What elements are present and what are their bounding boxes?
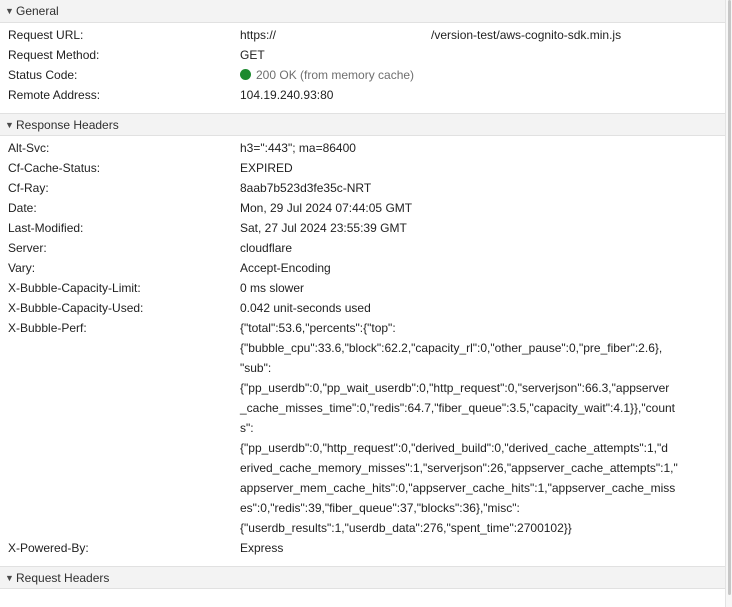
header-name: X-Bubble-Capacity-Limit:	[8, 281, 141, 295]
header-row-x-bubble-perf: X-Bubble-Perf: {"total":53.6,"percents":…	[0, 318, 725, 538]
header-name: Vary:	[8, 261, 36, 275]
header-value[interactable]: EXPIRED	[240, 158, 710, 178]
expand-triangle-icon: ▼	[5, 119, 14, 130]
header-name: Cf-Ray:	[8, 181, 49, 195]
section-body-response-headers: Alt-Svc: h3=":443"; ma=86400 Cf-Cache-St…	[0, 136, 725, 566]
header-name: Request URL:	[8, 28, 84, 42]
header-row: X-Powered-By: Express	[0, 538, 725, 558]
header-name: Status Code:	[8, 68, 78, 82]
header-row-remote-address: Remote Address: 104.19.240.93:80	[0, 85, 725, 105]
value-line: es":0,"redis":39,"fiber_queue":37,"block…	[240, 501, 520, 515]
expand-triangle-icon: ▼	[5, 572, 14, 583]
value-line: "sub":	[240, 361, 272, 375]
header-value[interactable]: 8aab7b523d3fe35c-NRT	[240, 178, 710, 198]
value-line: appserver_mem_cache_hits":0,"appserver_c…	[240, 481, 676, 495]
header-row: Cf-Cache-Status: EXPIRED	[0, 158, 725, 178]
header-value[interactable]: Express	[240, 538, 710, 558]
section-body-general: Request URL: https:// /version-test/aws-c…	[0, 23, 725, 113]
header-name: Request Method:	[8, 48, 100, 62]
value-line: {"pp_userdb":0,"pp_wait_userdb":0,"http_…	[240, 381, 670, 395]
header-name: Cf-Cache-Status:	[8, 161, 101, 175]
header-name: Date:	[8, 201, 37, 215]
header-name: Alt-Svc:	[8, 141, 50, 155]
header-value[interactable]: Mon, 29 Jul 2024 07:44:05 GMT	[240, 198, 710, 218]
header-row-request-method: Request Method: GET	[0, 45, 725, 65]
header-value[interactable]: Sat, 27 Jul 2024 23:55:39 GMT	[240, 218, 710, 238]
value-line: {"bubble_cpu":33.6,"block":62.2,"capacit…	[240, 341, 663, 355]
scrollbar-thumb[interactable]	[728, 0, 731, 595]
header-row: Alt-Svc: h3=":443"; ma=86400	[0, 138, 725, 158]
network-headers-panel: ▼ General Request URL: https:// /version-…	[0, 0, 732, 607]
header-row: Cf-Ray: 8aab7b523d3fe35c-NRT	[0, 178, 725, 198]
header-name: X-Bubble-Capacity-Used:	[8, 301, 144, 315]
header-row-status-code: Status Code: 200 OK (from memory cache)	[0, 65, 725, 85]
expand-triangle-icon: ▼	[5, 6, 14, 16]
status-text: 200 OK (from memory cache)	[256, 68, 415, 82]
header-row: Date: Mon, 29 Jul 2024 07:44:05 GMT	[0, 198, 725, 218]
header-row: Vary: Accept-Encoding	[0, 258, 725, 278]
section-header-request-headers[interactable]: ▼ Request Headers	[0, 566, 725, 589]
headers-content: ▼ General Request URL: https:// /version-…	[0, 0, 725, 589]
header-value[interactable]: h3=":443"; ma=86400	[240, 138, 710, 158]
header-row: Last-Modified: Sat, 27 Jul 2024 23:55:39…	[0, 218, 725, 238]
header-value[interactable]: 0.042 unit-seconds used	[240, 298, 710, 318]
section-title: Request Headers	[16, 570, 110, 585]
header-name: X-Powered-By:	[8, 541, 89, 555]
header-value[interactable]: https:// /version-test/aws-cognito-sdk.mi…	[240, 25, 710, 45]
header-value[interactable]: 200 OK (from memory cache)	[240, 65, 710, 85]
value-line: {"pp_userdb":0,"http_request":0,"derived…	[240, 441, 668, 455]
header-name: Last-Modified:	[8, 221, 84, 235]
vertical-scrollbar[interactable]	[725, 0, 732, 607]
header-name: Remote Address:	[8, 88, 101, 102]
section-header-general[interactable]: ▼ General	[0, 0, 725, 23]
header-value[interactable]: cloudflare	[240, 238, 710, 258]
header-name: X-Bubble-Perf:	[8, 321, 87, 335]
header-row: X-Bubble-Capacity-Limit: 0 ms slower	[0, 278, 725, 298]
header-value[interactable]: Accept-Encoding	[240, 258, 710, 278]
value-line: s":	[240, 421, 254, 435]
header-row: Server: cloudflare	[0, 238, 725, 258]
header-value[interactable]: 104.19.240.93:80	[240, 85, 710, 105]
value-line: {"total":53.6,"percents":{"top":	[240, 321, 396, 335]
url-start: https://	[240, 28, 277, 42]
status-dot-icon	[240, 69, 251, 80]
section-title: General	[16, 4, 59, 18]
header-row-request-url: Request URL: https:// /version-test/aws-c…	[0, 25, 725, 45]
header-name: Server:	[8, 241, 47, 255]
section-header-response-headers[interactable]: ▼ Response Headers	[0, 113, 725, 136]
section-title: Response Headers	[16, 117, 119, 132]
url-end: /version-test/aws-cognito-sdk.min.js	[431, 28, 622, 42]
value-line: {"userdb_results":1,"userdb_data":276,"s…	[240, 521, 572, 535]
value-line: erived_cache_memory_misses":1,"serverjso…	[240, 461, 678, 475]
header-value[interactable]: 0 ms slower	[240, 278, 710, 298]
header-value[interactable]: GET	[240, 45, 710, 65]
header-value[interactable]: {"total":53.6,"percents":{"top": {"bubbl…	[240, 318, 710, 538]
header-row: X-Bubble-Capacity-Used: 0.042 unit-secon…	[0, 298, 725, 318]
value-line: _cache_misses_time":0,"redis":64.7,"fibe…	[240, 401, 675, 415]
